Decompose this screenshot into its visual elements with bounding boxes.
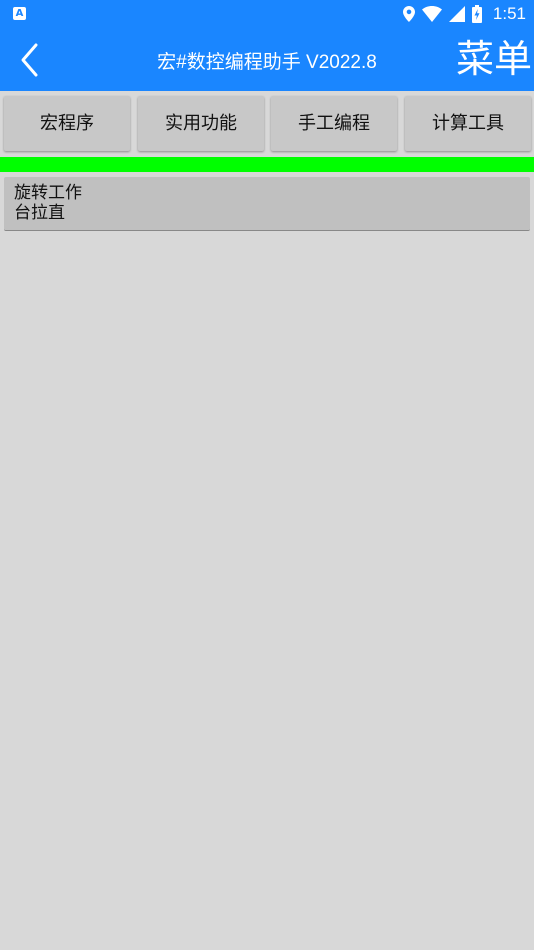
tab-macro-program[interactable]: 宏程序 [4,96,130,151]
wifi-icon [421,6,442,22]
tab-indicator-bar [0,157,534,172]
app-bar: 宏#数控编程助手 V2022.8 菜单 [0,28,534,91]
tab-calculation-tools[interactable]: 计算工具 [405,96,531,151]
signal-icon [448,6,465,22]
list-item[interactable]: 旋转工作台拉直 [4,177,530,231]
location-icon [402,6,415,22]
status-icons: 1:51 [402,4,526,24]
status-bar: A 1:51 [0,0,534,28]
status-time: 1:51 [492,4,526,23]
menu-button[interactable]: 菜单 [456,34,532,84]
battery-charging-icon [471,5,482,23]
tab-bar: 宏程序 实用功能 手工编程 计算工具 [0,95,534,152]
list-item-label: 旋转工作台拉直 [14,183,82,223]
page-title: 宏#数控编程助手 V2022.8 [157,52,377,73]
notification-a-icon: A [13,7,26,20]
function-list: 旋转工作台拉直 [4,177,530,231]
tab-practical-functions[interactable]: 实用功能 [138,96,264,151]
tab-manual-programming[interactable]: 手工编程 [271,96,397,151]
